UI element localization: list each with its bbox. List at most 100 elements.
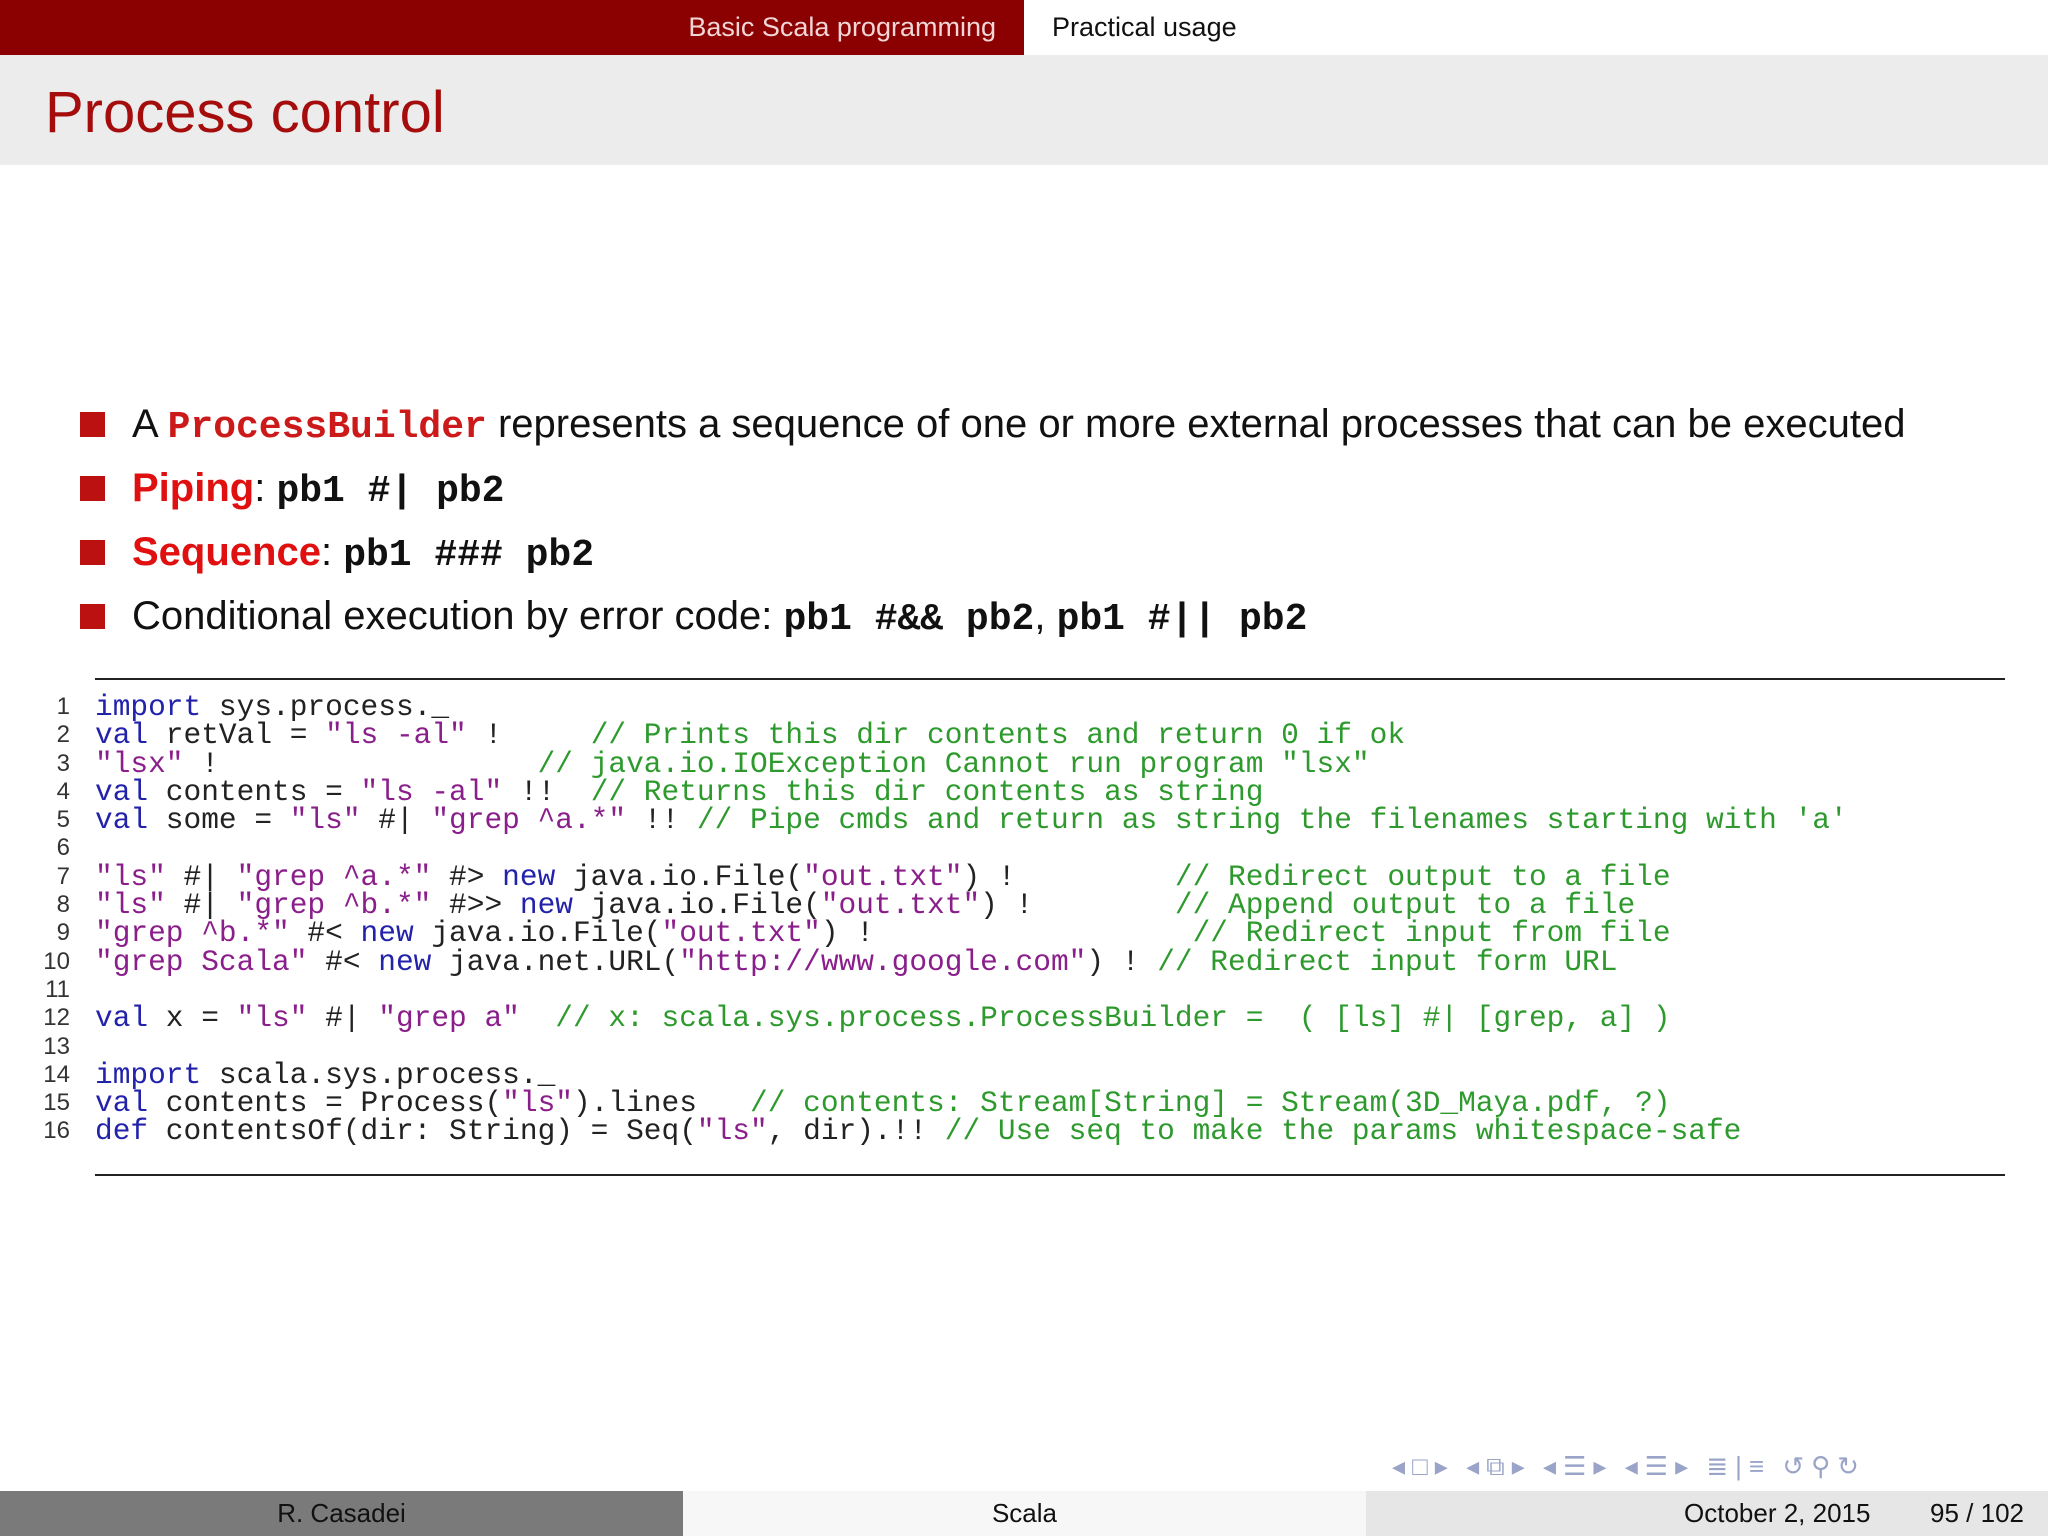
code-text: val x = "ls" #| "grep a" // x: scala.sys… [95,1001,1671,1036]
code-plain: !! [626,803,697,838]
code-listing: 1 import sys.process._ 2 val retVal = "ls -… [0,692,2048,1149]
section-next-icon[interactable]: ▸ [1593,1444,1610,1488]
code-text: "ls" #| "grep ^a.*" #> new java.io.File(… [95,862,1671,892]
code-line: 16 def contentsOf(dir: String) = Seq("ls"… [0,1114,2048,1149]
code-line: 1 import sys.process._ [0,692,2048,722]
alert-term: Sequence [132,530,321,574]
bullet-text: Conditional execution by error code: pb1… [132,584,1307,648]
frame-next-icon[interactable]: ▸ [1435,1444,1452,1488]
code-comment: // Pipe cmds and return as string the fi… [696,803,1848,838]
code-comment: // Redirect input form URL [1157,944,1618,979]
bullet-text-part: : [254,466,277,510]
bullet-item: Conditional execution by error code: pb1… [80,584,2030,648]
code-text: "ls" #| "grep ^b.*" #>> new java.io.File… [95,890,1635,920]
inline-code: pb1 ### pb2 [343,534,595,577]
bullet-text-part: , [1034,594,1057,638]
footer-title-box: Scala [683,1491,1366,1536]
line-number: 10 [43,947,70,975]
redo-icon[interactable]: ↻ [1837,1444,1863,1488]
subsubsection-prev-icon[interactable]: ◂ [1625,1444,1642,1488]
bullet-square-icon [80,540,105,565]
code-text: val some = "ls" #| "grep ^a.*" !! // Pip… [95,803,1848,838]
code-plain: #< [307,944,379,979]
section-prev-icon[interactable]: ◂ [1543,1444,1560,1488]
section-nav-right: Practical usage [1024,0,2048,55]
line-number: 9 [56,919,70,947]
code-plain [520,1001,555,1035]
footer-title: Scala [991,1498,1058,1528]
bullet-square-icon [80,604,105,629]
code-line: 13 [0,1033,2048,1061]
code-keyword: new [378,944,432,979]
section-icon[interactable]: ☰ [1563,1444,1590,1488]
subsection-icon[interactable]: ⧉ [1486,1444,1509,1488]
footer-page-number: 95 / 102 [1930,1498,2024,1528]
bullet-text: Piping: pb1 #| pb2 [132,456,505,520]
bullet-square-icon [80,476,105,501]
section-navigation-bar: Basic Scala programming Practical usage [0,0,2048,55]
code-keyword: def [95,1114,149,1149]
footer-date-box: October 2, 2015 95 / 102 [1366,1491,2048,1536]
code-string: "ls" [289,803,361,838]
line-number: 15 [43,1089,70,1117]
line-number: 2 [56,721,70,749]
code-line: 15 val contents = Process("ls").lines // … [0,1088,2048,1118]
listing-bottom-rule [95,1174,2005,1176]
code-line: 11 [0,976,2048,1004]
footline: R. Casadei Scala October 2, 2015 95 / 10… [0,1491,2048,1536]
line-number: 1 [56,693,70,720]
code-string: "ls" [236,1001,308,1036]
line-number: 7 [56,862,70,890]
footer-author: R. Casadei [277,1498,406,1528]
code-plain: , dir).!! [767,1114,945,1149]
inline-code: pb1 #&& pb2 [783,598,1035,641]
line-number: 5 [56,806,70,834]
code-string: "ls" [696,1114,768,1149]
code-string: "grep Scala" [95,944,308,979]
bullet-square-icon [80,412,105,437]
frame-title-bar: Process control [0,55,2048,165]
line-number: 12 [43,1004,70,1032]
code-text: val contents = Process("ls").lines // co… [95,1088,1671,1118]
presentation-icon[interactable]: ≡ [1749,1444,1768,1488]
line-number: 14 [43,1060,70,1088]
subsection-prev-icon[interactable]: ◂ [1466,1444,1483,1488]
code-plain: #| [307,1001,379,1036]
listing-top-rule [95,678,2005,680]
line-number: 3 [56,749,70,777]
code-line: 9 "grep ^b.*" #< new java.io.File("out.tx… [0,919,2048,949]
search-icon[interactable]: ⚲ [1811,1444,1834,1488]
subsubsection-next-icon[interactable]: ▸ [1675,1444,1692,1488]
code-line: 2 val retVal = "ls -al" ! // Prints this … [0,721,2048,751]
inline-code: pb1 #|| pb2 [1056,598,1308,641]
slide-title: Process control [45,80,445,145]
bullet-text-part: : [320,530,344,574]
line-number: 11 [45,975,70,1003]
code-plain: x = [148,1001,237,1036]
code-text: "lsx" ! // java.io.IOException Cannot ru… [95,749,1370,779]
frame-prev-icon[interactable]: ◂ [1392,1444,1409,1488]
code-line: 3 "lsx" ! // java.io.IOException Cannot r… [0,749,2048,779]
frame-icon[interactable]: □ [1412,1444,1432,1488]
code-text: import scala.sys.process._ [95,1060,555,1090]
line-number: 16 [43,1117,70,1145]
section-link-basic-scala[interactable]: Basic Scala programming [688,0,996,55]
code-text: "grep ^b.*" #< new java.io.File("out.txt… [95,919,1671,949]
code-text: val retVal = "ls -al" ! // Prints this d… [95,721,1405,751]
document-icon[interactable]: ≣ [1706,1444,1732,1488]
code-line: 5 val some = "ls" #| "grep ^a.*" !! // Pi… [0,803,2048,838]
bullet-text: Sequence: pb1 ### pb2 [132,520,594,584]
subsubsection-icon[interactable]: ☰ [1645,1444,1672,1488]
section-link-practical-usage[interactable]: Practical usage [1052,0,1237,55]
beamer-navigation-symbols: ◂ □ ▸ ◂ ⧉ ▸ ◂ ☰ ▸ ◂ ☰ ▸ ≣ | ≡ ↺ ⚲ ↻ [1392,1444,1866,1488]
inline-code: ProcessBuilder [167,406,487,449]
code-text: "grep Scala" #< new java.net.URL("http:/… [95,944,1618,979]
code-line: 14 import scala.sys.process._ [0,1060,2048,1090]
bullet-text-part: A [132,402,168,446]
line-number: 6 [56,834,70,862]
code-keyword: val [95,1001,149,1036]
subsection-next-icon[interactable]: ▸ [1512,1444,1529,1488]
line-number: 13 [43,1032,70,1060]
section-nav-left: Basic Scala programming [0,0,1024,55]
undo-icon[interactable]: ↺ [1782,1444,1808,1488]
